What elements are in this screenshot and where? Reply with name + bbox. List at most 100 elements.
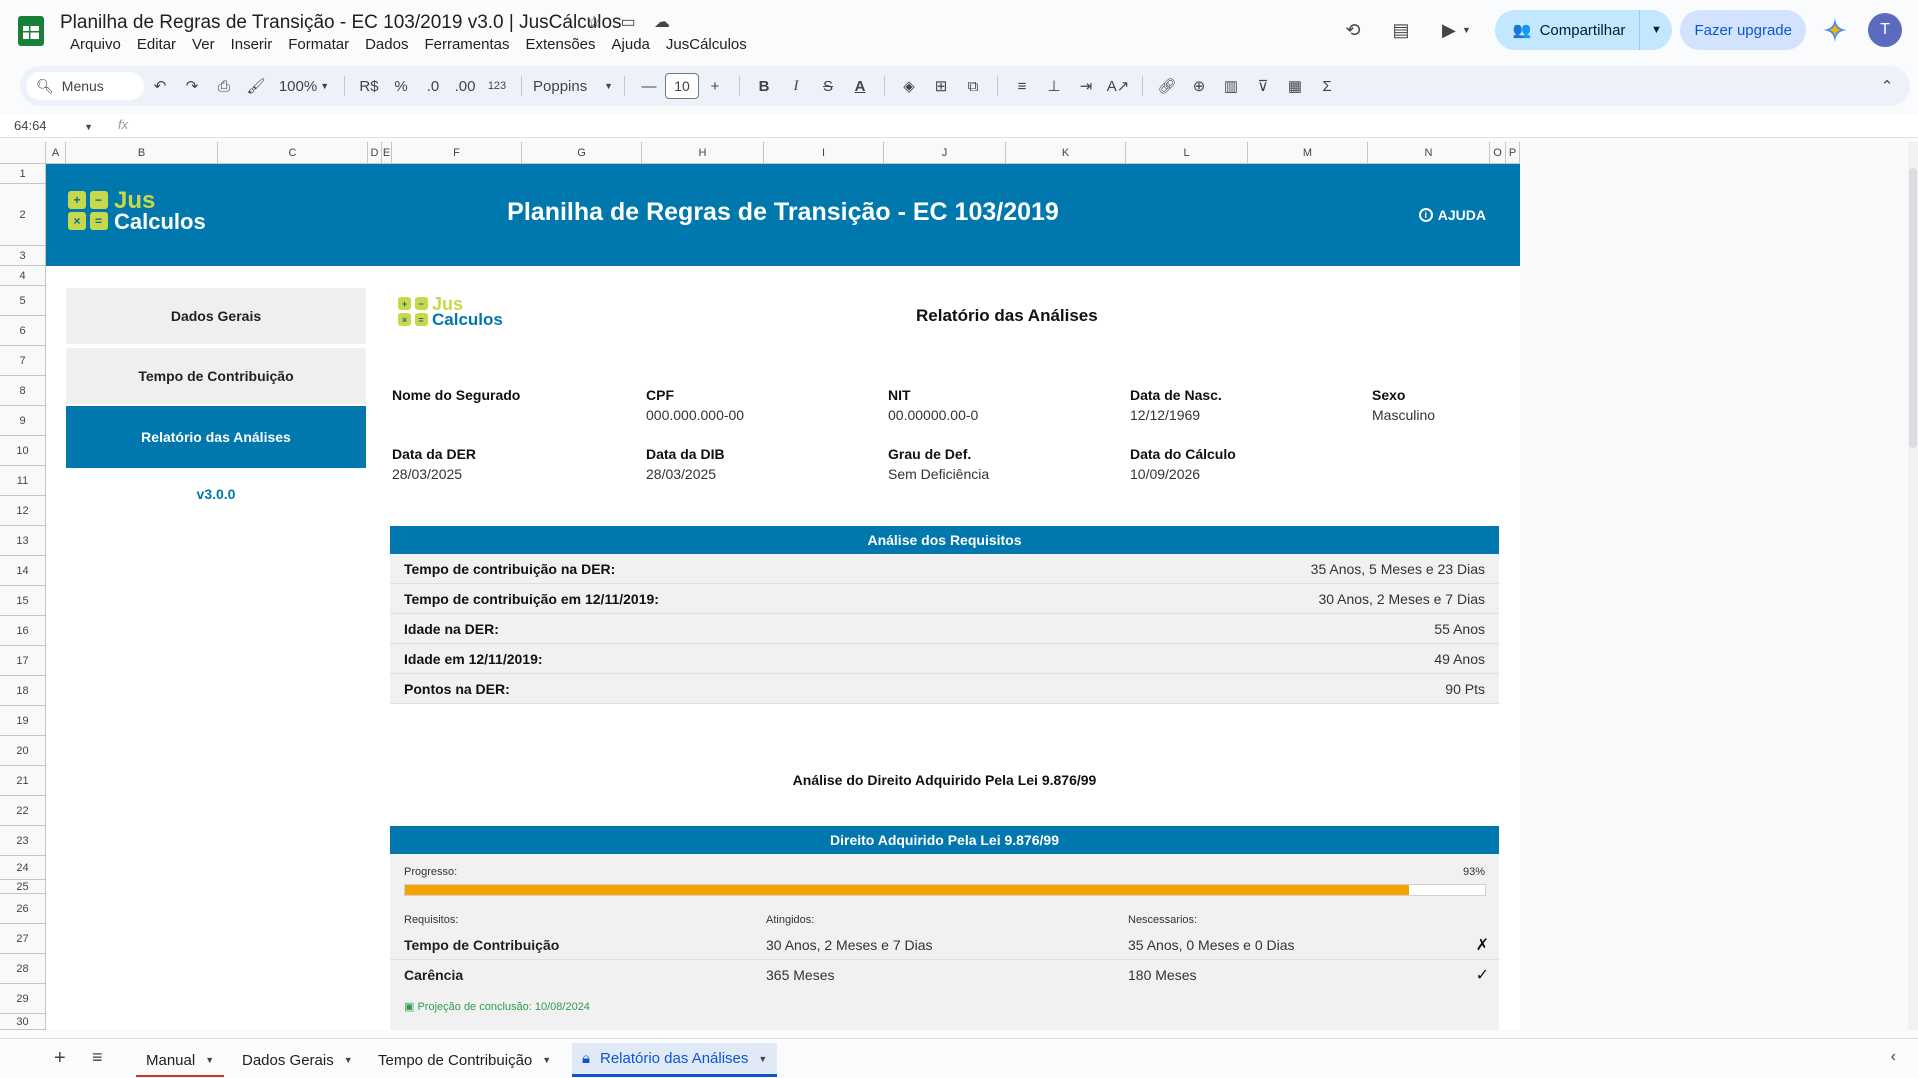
row-header[interactable]: 7 xyxy=(0,346,46,376)
cloud-status-icon[interactable]: ☁ xyxy=(652,12,672,32)
col-header[interactable]: J xyxy=(884,142,1006,164)
undo-icon[interactable]: ↶ xyxy=(147,73,173,99)
help-button[interactable]: i AJUDA xyxy=(1418,207,1486,223)
vertical-scrollbar-thumb[interactable] xyxy=(1909,168,1917,448)
filter-views-icon[interactable]: ▦ xyxy=(1282,73,1308,99)
collapse-toolbar-icon[interactable]: ⌃ xyxy=(1874,73,1900,99)
text-wrapping-icon[interactable]: ⇥ xyxy=(1073,73,1099,99)
chevron-down-icon[interactable]: ▼ xyxy=(205,1055,214,1065)
row-header[interactable]: 11 xyxy=(0,466,46,496)
menu-editar[interactable]: Editar xyxy=(129,36,184,53)
text-color-icon[interactable]: A xyxy=(847,73,873,99)
tab-tempo-contribuicao[interactable]: Tempo de Contribuição ▼ xyxy=(368,1043,561,1077)
row-header[interactable]: 16 xyxy=(0,616,46,646)
chevron-down-icon[interactable]: ▼ xyxy=(758,1054,767,1064)
search-menus[interactable]: 🔍︎ Menus xyxy=(26,72,144,100)
menu-ferramentas[interactable]: Ferramentas xyxy=(416,36,517,53)
row-header[interactable]: 15 xyxy=(0,586,46,616)
currency-format-button[interactable]: R$ xyxy=(356,73,382,99)
col-header[interactable]: H xyxy=(642,142,764,164)
row-header[interactable]: 28 xyxy=(0,954,46,984)
col-header[interactable]: L xyxy=(1126,142,1248,164)
row-header[interactable]: 23 xyxy=(0,826,46,856)
menu-dados[interactable]: Dados xyxy=(357,36,416,53)
meet-caret-icon[interactable]: ▼ xyxy=(1462,25,1471,35)
more-formats-button[interactable]: 123 xyxy=(484,73,510,99)
col-header[interactable]: E xyxy=(382,142,392,164)
row-header[interactable]: 24 xyxy=(0,856,46,880)
row-header[interactable]: 5 xyxy=(0,286,46,316)
col-header[interactable]: P xyxy=(1506,142,1520,164)
tab-manual[interactable]: Manual ▼ xyxy=(136,1043,225,1077)
row-header[interactable]: 30 xyxy=(0,1014,46,1030)
row-header[interactable]: 9 xyxy=(0,406,46,436)
decrease-decimal-button[interactable]: .0 xyxy=(420,73,446,99)
horizontal-align-icon[interactable]: ≡ xyxy=(1009,73,1035,99)
row-header[interactable]: 3 xyxy=(0,246,46,266)
upgrade-button[interactable]: Fazer upgrade xyxy=(1680,10,1806,50)
col-header[interactable]: F xyxy=(392,142,522,164)
zoom-select[interactable]: 100% ▼ xyxy=(275,73,333,99)
filter-icon[interactable]: ⊽ xyxy=(1250,73,1276,99)
share-button[interactable]: 👥 Compartilhar ▼ xyxy=(1494,10,1673,50)
meet-icon[interactable]: ▶ xyxy=(1436,17,1462,43)
menu-juscalculos[interactable]: JusCálculos xyxy=(658,36,755,53)
decrease-font-size-icon[interactable]: — xyxy=(636,73,662,99)
comments-icon[interactable]: ▤ xyxy=(1388,17,1414,43)
chevron-down-icon[interactable]: ▼ xyxy=(344,1055,353,1065)
font-size-input[interactable]: 10 xyxy=(665,73,699,99)
menu-formatar[interactable]: Formatar xyxy=(280,36,357,53)
col-header[interactable]: G xyxy=(522,142,642,164)
row-header[interactable]: 10 xyxy=(0,436,46,466)
row-header[interactable]: 18 xyxy=(0,676,46,706)
bold-icon[interactable]: B xyxy=(751,73,777,99)
select-all-corner[interactable] xyxy=(0,142,46,164)
chevron-down-icon[interactable]: ▼ xyxy=(542,1055,551,1065)
menu-ajuda[interactable]: Ajuda xyxy=(604,36,658,53)
menu-arquivo[interactable]: Arquivo xyxy=(62,36,129,53)
tab-dados-gerais[interactable]: Dados Gerais ▼ xyxy=(232,1043,363,1077)
menu-ver[interactable]: Ver xyxy=(184,36,223,53)
row-header[interactable]: 20 xyxy=(0,736,46,766)
row-header[interactable]: 17 xyxy=(0,646,46,676)
nav-tempo-contribuicao[interactable]: Tempo de Contribuição xyxy=(66,348,366,404)
menu-extensoes[interactable]: Extensões xyxy=(517,36,603,53)
col-header[interactable]: B xyxy=(66,142,218,164)
functions-icon[interactable]: Σ xyxy=(1314,73,1340,99)
row-header[interactable]: 21 xyxy=(0,766,46,796)
share-dropdown-icon[interactable]: ▼ xyxy=(1640,24,1672,36)
row-header[interactable]: 4 xyxy=(0,266,46,286)
col-header[interactable]: M xyxy=(1248,142,1368,164)
col-header[interactable]: A xyxy=(46,142,66,164)
name-box[interactable]: 64:64 ▼ xyxy=(14,118,94,133)
col-header[interactable]: K xyxy=(1006,142,1126,164)
merge-cells-icon[interactable]: ⧉ xyxy=(960,73,986,99)
move-folder-icon[interactable]: ▭ xyxy=(618,12,638,32)
font-select[interactable]: Poppins ▼ xyxy=(533,73,613,99)
row-header[interactable]: 14 xyxy=(0,556,46,586)
strikethrough-icon[interactable]: S xyxy=(815,73,841,99)
text-rotation-icon[interactable]: A↗ xyxy=(1105,73,1131,99)
increase-font-size-icon[interactable]: + xyxy=(702,73,728,99)
paint-format-icon[interactable]: 🖌︎ xyxy=(243,73,269,99)
increase-decimal-button[interactable]: .00 xyxy=(452,73,478,99)
star-icon[interactable]: ☆ xyxy=(584,12,604,32)
avatar[interactable]: T xyxy=(1868,13,1902,47)
insert-comment-icon[interactable]: ⊕ xyxy=(1186,73,1212,99)
row-header[interactable]: 8 xyxy=(0,376,46,406)
row-header[interactable]: 13 xyxy=(0,526,46,556)
menu-inserir[interactable]: Inserir xyxy=(223,36,281,53)
row-header[interactable]: 6 xyxy=(0,316,46,346)
col-header[interactable]: C xyxy=(218,142,368,164)
row-header[interactable]: 29 xyxy=(0,984,46,1014)
borders-icon[interactable]: ⊞ xyxy=(928,73,954,99)
vertical-align-icon[interactable]: ⊥ xyxy=(1041,73,1067,99)
row-header[interactable]: 19 xyxy=(0,706,46,736)
add-sheet-icon[interactable]: + xyxy=(54,1047,66,1070)
tab-relatorio-analises[interactable]: 🔒︎ Relatório das Análises ▼ xyxy=(572,1043,778,1077)
col-header[interactable]: O xyxy=(1490,142,1506,164)
row-header[interactable]: 2 xyxy=(0,184,46,246)
insert-chart-icon[interactable]: ▥ xyxy=(1218,73,1244,99)
italic-icon[interactable]: I xyxy=(783,73,809,99)
redo-icon[interactable]: ↷ xyxy=(179,73,205,99)
